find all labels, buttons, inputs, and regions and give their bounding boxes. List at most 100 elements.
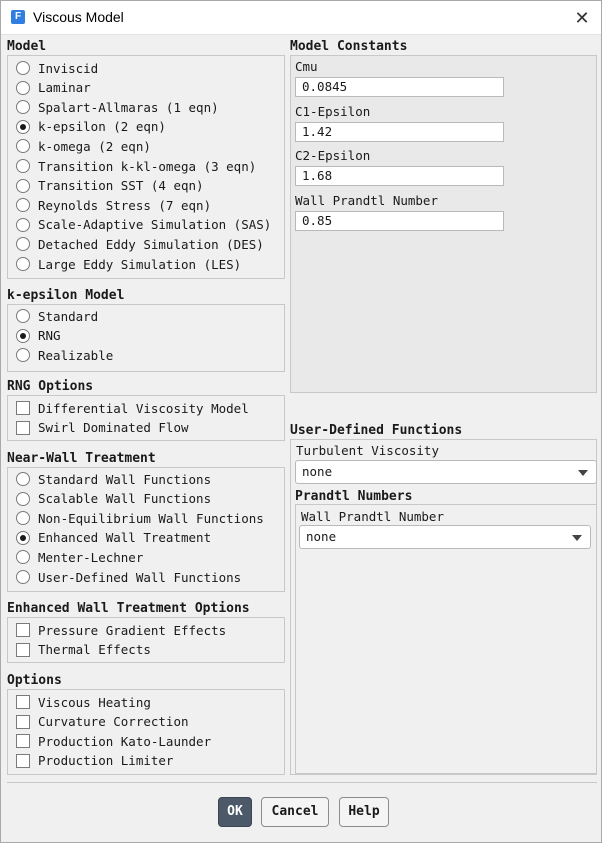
near-wall-option[interactable]: User-Defined Wall Functions <box>16 568 241 586</box>
near-wall-option-label: Menter-Lechner <box>38 549 144 565</box>
model-option[interactable]: Spalart-Allmaras (1 eqn) <box>16 98 219 116</box>
prandtl-numbers-title: Prandtl Numbers <box>295 489 413 504</box>
window-title: Viscous Model <box>33 9 124 25</box>
ke-model-option[interactable]: Realizable <box>16 346 113 364</box>
cancel-button[interactable]: Cancel <box>261 797 329 827</box>
model-option[interactable]: Laminar <box>16 79 91 97</box>
rng-options-section-title: RNG Options <box>7 379 94 394</box>
model-option[interactable]: Transition SST (4 eqn) <box>16 177 204 195</box>
ke-model-option[interactable]: Standard <box>16 307 98 325</box>
constant-input[interactable]: 1.42 <box>295 121 504 142</box>
near-wall-option-label: Standard Wall Functions <box>38 471 212 487</box>
model-option-label: Inviscid <box>38 60 99 76</box>
near-wall-option[interactable]: Enhanced Wall Treatment <box>16 529 211 547</box>
option-item[interactable]: Viscous Heating <box>16 693 151 711</box>
model-option[interactable]: Large Eddy Simulation (LES) <box>16 255 241 273</box>
model-option[interactable]: k-epsilon (2 eqn) <box>16 118 166 136</box>
option-item-label: Production Kato-Launder <box>38 733 212 749</box>
ewt-option-item[interactable]: Pressure Gradient Effects <box>16 621 226 639</box>
near-wall-option-label: User-Defined Wall Functions <box>38 569 242 585</box>
option-item[interactable]: Production Kato-Launder <box>16 732 211 750</box>
radio-button[interactable] <box>16 119 30 134</box>
constant-label: C2-Epsilon <box>295 148 371 163</box>
option-item-label: Curvature Correction <box>38 714 189 730</box>
turbulent-viscosity-label: Turbulent Viscosity <box>296 443 439 458</box>
radio-button[interactable] <box>16 530 30 545</box>
ke-model-option[interactable]: RNG <box>16 327 61 345</box>
model-option-label: k-omega (2 eqn) <box>38 138 151 154</box>
checkbox[interactable] <box>16 714 30 729</box>
help-button[interactable]: Help <box>339 797 389 827</box>
option-item[interactable]: Production Limiter <box>16 752 173 770</box>
model-option-label: Transition SST (4 eqn) <box>38 178 204 194</box>
radio-button[interactable] <box>16 61 30 75</box>
near-wall-option-label: Scalable Wall Functions <box>38 491 212 507</box>
ewt-option-item[interactable]: Thermal Effects <box>16 641 151 659</box>
model-option[interactable]: k-omega (2 eqn) <box>16 137 151 155</box>
options-section-title: Options <box>7 673 62 688</box>
constant-input[interactable]: 0.0845 <box>295 77 504 97</box>
model-option[interactable]: Transition k-kl-omega (3 eqn) <box>16 157 256 175</box>
model-option-label: Large Eddy Simulation (LES) <box>38 256 242 272</box>
ewt-option-item-label: Thermal Effects <box>38 642 151 658</box>
wall-prandtl-udf-label: Wall Prandtl Number <box>301 509 444 524</box>
turbulent-viscosity-value: none <box>302 464 333 479</box>
radio-button[interactable] <box>16 80 30 95</box>
constant-input[interactable]: 0.85 <box>295 210 504 231</box>
model-option-label: Reynolds Stress (7 eqn) <box>38 197 212 213</box>
near-wall-option[interactable]: Standard Wall Functions <box>16 470 211 488</box>
near-wall-option[interactable]: Scalable Wall Functions <box>16 490 211 508</box>
option-item-label: Viscous Heating <box>38 694 151 710</box>
near-wall-option[interactable]: Non-Equilibrium Wall Functions <box>16 509 264 527</box>
radio-button[interactable] <box>16 257 30 271</box>
footer-separator <box>7 782 597 783</box>
radio-button[interactable] <box>16 139 30 154</box>
checkbox[interactable] <box>16 642 30 657</box>
rng-option-item-label: Differential Viscosity Model <box>38 400 249 416</box>
model-option-label: Spalart-Allmaras (1 eqn) <box>38 99 219 115</box>
model-option-label: Detached Eddy Simulation (DES) <box>38 236 264 252</box>
radio-button[interactable] <box>16 491 30 506</box>
wall-prandtl-udf-dropdown[interactable]: none <box>299 525 591 549</box>
radio-button[interactable] <box>16 550 30 565</box>
model-option-label: Scale-Adaptive Simulation (SAS) <box>38 217 272 233</box>
radio-button[interactable] <box>16 348 30 363</box>
turbulent-viscosity-dropdown[interactable]: none <box>295 460 597 484</box>
checkbox[interactable] <box>16 734 30 749</box>
option-item[interactable]: Curvature Correction <box>16 713 189 731</box>
radio-button[interactable] <box>16 178 30 193</box>
radio-button[interactable] <box>16 309 30 323</box>
radio-button[interactable] <box>16 159 30 173</box>
chevron-down-icon <box>572 535 582 541</box>
checkbox[interactable] <box>16 623 30 637</box>
model-option[interactable]: Inviscid <box>16 59 98 77</box>
checkbox[interactable] <box>16 695 30 709</box>
radio-button[interactable] <box>16 100 30 115</box>
model-option[interactable]: Reynolds Stress (7 eqn) <box>16 196 211 214</box>
rng-option-item[interactable]: Differential Viscosity Model <box>16 399 249 417</box>
radio-button[interactable] <box>16 570 30 584</box>
model-section-title: Model <box>7 39 47 54</box>
radio-button[interactable] <box>16 217 30 232</box>
rng-option-item[interactable]: Swirl Dominated Flow <box>16 419 189 437</box>
wall-prandtl-udf-value: none <box>306 529 337 544</box>
radio-button[interactable] <box>16 511 30 526</box>
checkbox[interactable] <box>16 753 30 768</box>
checkbox[interactable] <box>16 401 30 415</box>
radio-button[interactable] <box>16 237 30 252</box>
constant-label: Cmu <box>295 59 318 74</box>
radio-button[interactable] <box>16 472 30 486</box>
viscous-model-dialog: F Viscous Model ✕ Model Inviscid Laminar S… <box>0 0 602 843</box>
checkbox[interactable] <box>16 420 30 435</box>
radio-button[interactable] <box>16 198 30 213</box>
near-wall-option-label: Non-Equilibrium Wall Functions <box>38 510 264 526</box>
near-wall-option[interactable]: Menter-Lechner <box>16 548 143 566</box>
ok-button[interactable]: OK <box>218 797 252 827</box>
radio-button[interactable] <box>16 328 30 343</box>
model-option[interactable]: Scale-Adaptive Simulation (SAS) <box>16 216 271 234</box>
model-option-label: k-epsilon (2 eqn) <box>38 119 166 135</box>
constant-input[interactable]: 1.68 <box>295 166 504 186</box>
close-icon[interactable]: ✕ <box>571 7 593 29</box>
model-option[interactable]: Detached Eddy Simulation (DES) <box>16 235 264 253</box>
near-wall-section-title: Near-Wall Treatment <box>7 451 156 466</box>
